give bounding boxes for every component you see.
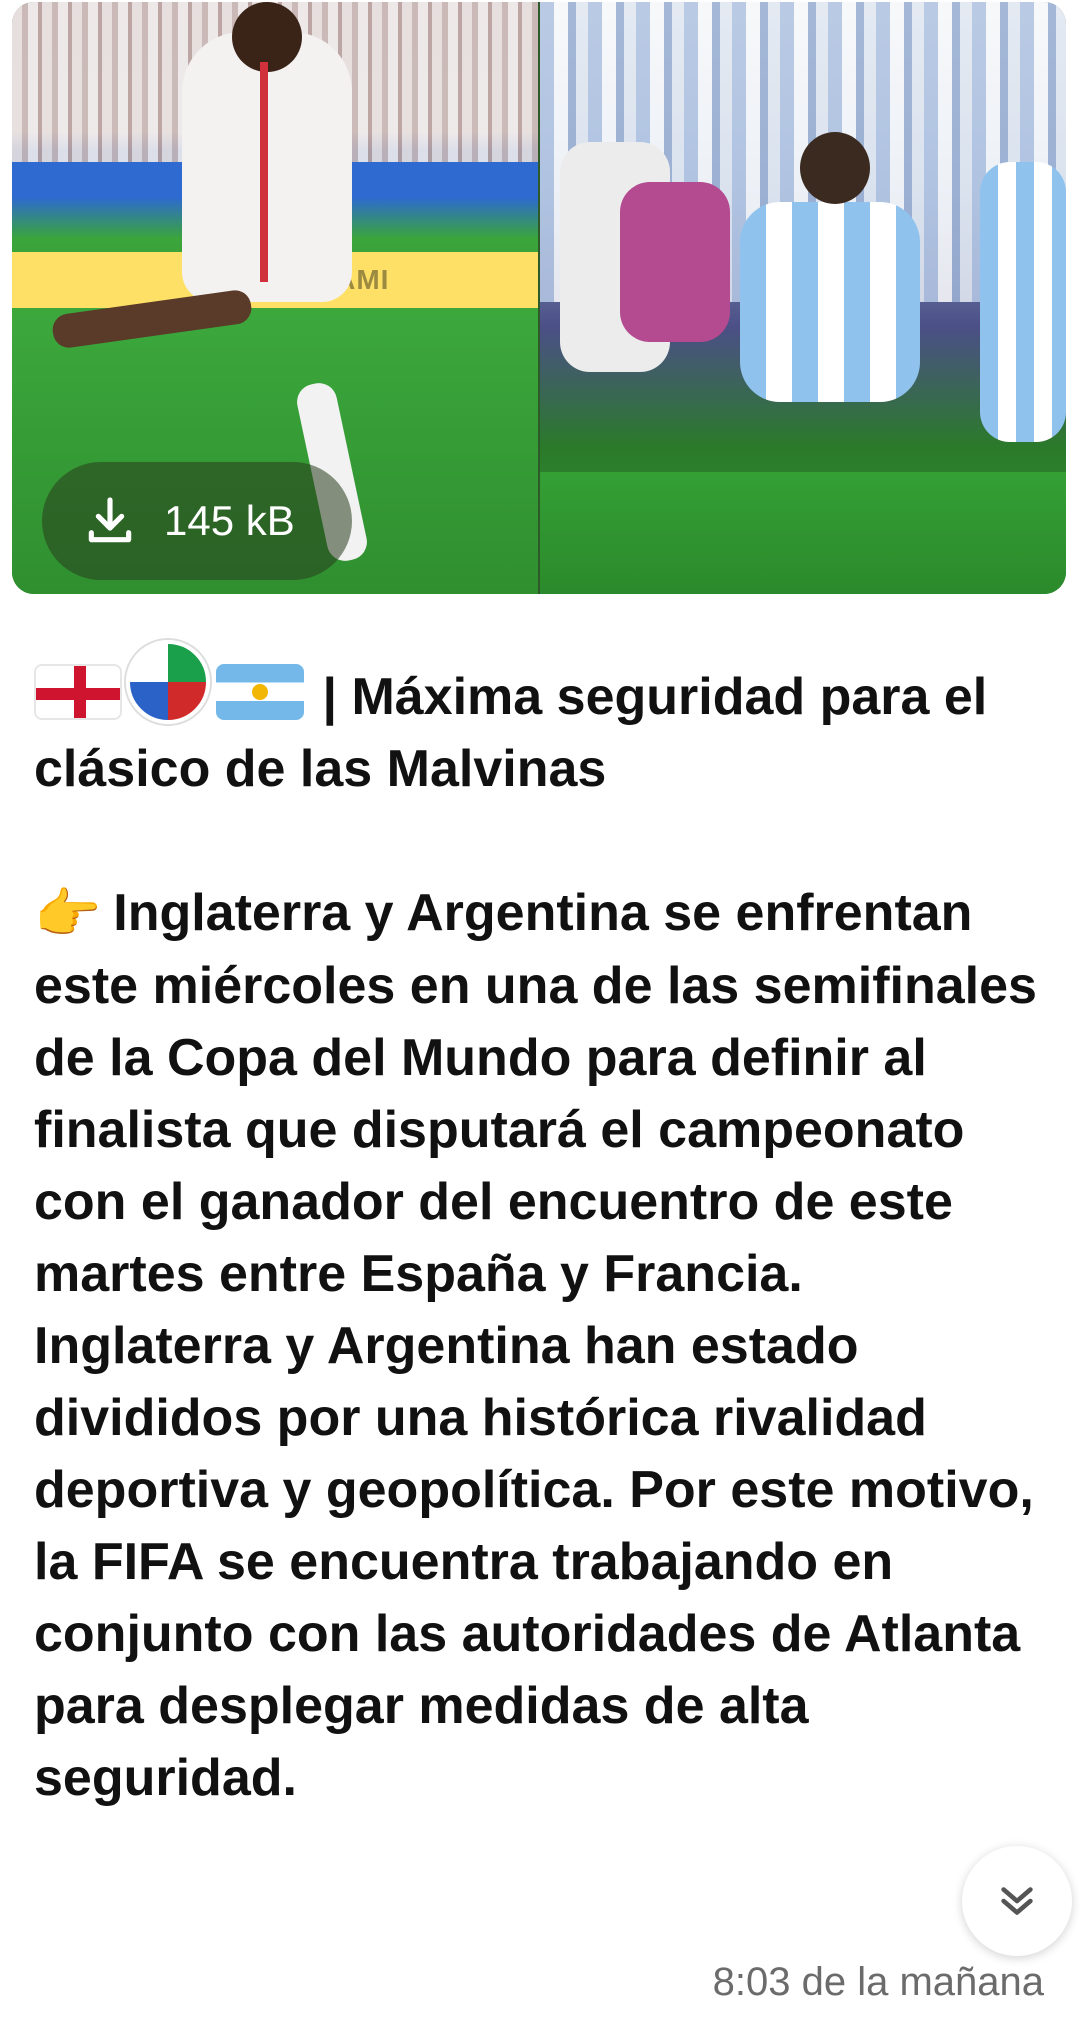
message-photo[interactable]: MIAMI 145 kB — [12, 2, 1066, 594]
message-timestamp: 8:03 de la mañana — [712, 1960, 1044, 2004]
caption-body-paragraph: 👉 Inglaterra y Argentina se enfrentan est… — [34, 877, 1044, 1814]
photo-argentina-players — [540, 2, 1066, 594]
double-chevron-down-icon — [1001, 1887, 1033, 1915]
chat-message: MIAMI 145 kB | Máxima seguridad para el … — [0, 0, 1080, 2020]
caption-body: Inglaterra y Argentina se enfrentan este… — [34, 884, 1037, 1807]
message-caption: | Máxima seguridad para el clásico de la… — [34, 640, 1044, 1814]
soccer-ball-icon — [126, 640, 210, 724]
caption-headline-paragraph: | Máxima seguridad para el clásico de la… — [34, 640, 1044, 805]
download-icon — [88, 497, 132, 543]
england-flag-icon — [34, 664, 122, 720]
file-size: 145 kB — [164, 497, 295, 544]
download-button[interactable]: 145 kB — [42, 462, 352, 580]
argentina-flag-icon — [216, 664, 304, 720]
pointing-hand-icon: 👉 — [34, 884, 102, 944]
scroll-to-bottom-button[interactable] — [962, 1846, 1072, 1956]
